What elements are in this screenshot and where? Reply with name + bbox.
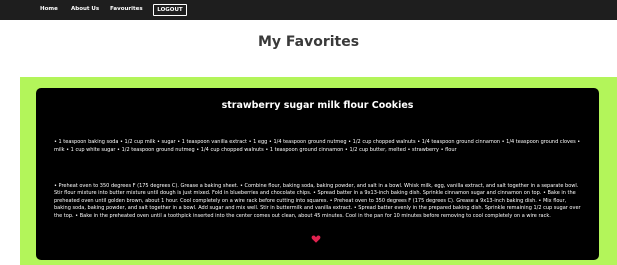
page-title: My Favorites <box>257 34 360 50</box>
logout-button[interactable]: LOGOUT <box>153 4 187 16</box>
heart-icon[interactable] <box>311 234 321 244</box>
nav-about-link[interactable]: About Us <box>71 6 99 12</box>
recipe-title: strawberry sugar milk flour Cookies <box>221 100 414 111</box>
recipe-directions: • Preheat oven to 350 degrees F (175 deg… <box>54 183 581 219</box>
top-navbar: Home About Us Favourites LOGOUT <box>0 0 617 20</box>
recipe-card: strawberry sugar milk flour Cookies • 1 … <box>36 88 599 260</box>
nav-favourites-link[interactable]: Favourites <box>110 6 143 12</box>
nav-home-link[interactable]: Home <box>40 6 58 12</box>
recipe-ingredients: • 1 teaspoon baking soda • 1/2 cup milk … <box>54 139 581 153</box>
